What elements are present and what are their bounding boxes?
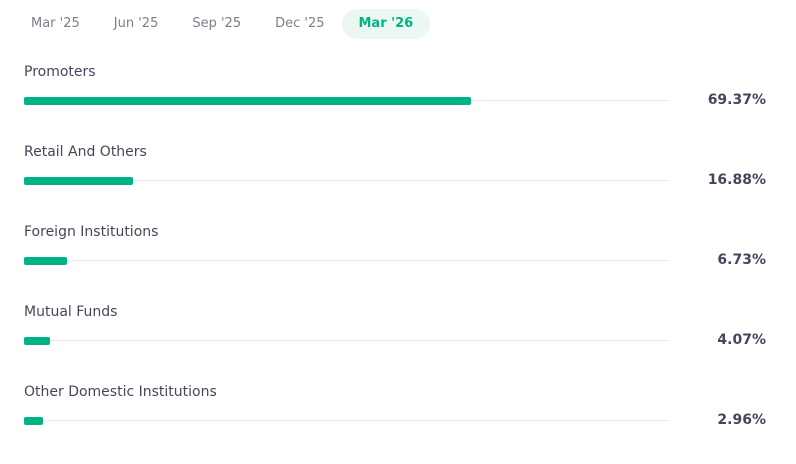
holding-label: Foreign Institutions [24, 224, 159, 240]
holding-value: 16.88% [707, 172, 766, 188]
holding-bar-fill [24, 257, 68, 265]
holding-bar-fill [24, 97, 472, 105]
holding-label: Mutual Funds [24, 304, 118, 320]
tab-mar-26[interactable]: Mar '26 [341, 9, 431, 39]
holding-value: 6.73% [717, 252, 766, 268]
holding-bar-track [24, 417, 669, 425]
holding-bar-fill [24, 417, 44, 425]
period-tabs: Mar '25 Jun '25 Sep '25 Dec '25 Mar '26 [14, 9, 431, 39]
holding-bar-fill [24, 337, 51, 345]
holding-row-retail: Retail And Others 16.88% [24, 144, 766, 224]
holding-label: Other Domestic Institutions [24, 384, 217, 400]
shareholding-list: Promoters 69.37% Retail And Others 16.88… [24, 64, 766, 464]
holding-row-promoters: Promoters 69.37% [24, 64, 766, 144]
holding-value: 2.96% [717, 412, 766, 428]
tab-jun-25[interactable]: Jun '25 [97, 9, 176, 39]
holding-value: 69.37% [707, 92, 766, 108]
holding-row-other-domestic-institutions: Other Domestic Institutions 2.96% [24, 384, 766, 464]
holding-bar-track [24, 257, 669, 265]
holding-row-mutual-funds: Mutual Funds 4.07% [24, 304, 766, 384]
holding-bar-track [24, 97, 669, 105]
tab-sep-25[interactable]: Sep '25 [175, 9, 258, 39]
tab-mar-25[interactable]: Mar '25 [14, 9, 97, 39]
tab-dec-25[interactable]: Dec '25 [258, 9, 341, 39]
holding-row-foreign-institutions: Foreign Institutions 6.73% [24, 224, 766, 304]
holding-bar-track [24, 177, 669, 185]
holding-label: Promoters [24, 64, 96, 80]
holding-bar-fill [24, 177, 133, 185]
holding-bar-track [24, 337, 669, 345]
holding-value: 4.07% [717, 332, 766, 348]
holding-label: Retail And Others [24, 144, 147, 160]
